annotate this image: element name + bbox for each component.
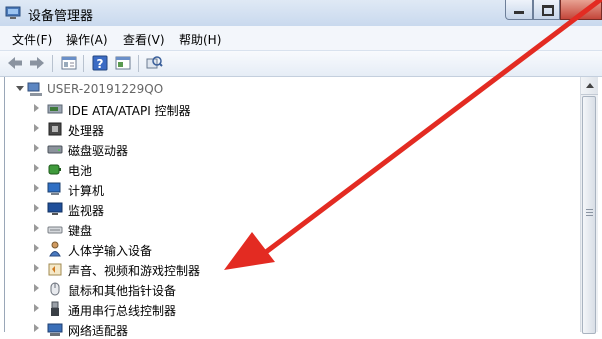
device-manager-icon (5, 6, 21, 19)
tree-item-label: 网络适配器 (68, 324, 129, 338)
expand-arrow-icon[interactable] (34, 264, 39, 272)
minimize-icon (514, 11, 524, 14)
tree-item[interactable]: 键盘 (5, 219, 575, 239)
tree-item[interactable]: 电池 (5, 159, 575, 179)
back-arrow-icon[interactable] (6, 54, 24, 72)
scroll-up-button[interactable] (581, 77, 598, 95)
menu-view[interactable]: 查看(V) (123, 31, 165, 48)
processor-icon (48, 122, 62, 136)
scan-hardware-icon[interactable] (145, 54, 163, 72)
forward-arrow-icon[interactable] (28, 54, 46, 72)
tree-item[interactable]: 鼠标和其他指针设备 (5, 279, 575, 299)
view-icon[interactable] (114, 54, 132, 72)
tree-item[interactable]: 磁盘驱动器 (5, 139, 575, 159)
monitor-icon (47, 202, 63, 215)
window-title: 设备管理器 (28, 9, 94, 24)
mouse-icon (50, 282, 60, 296)
tree-item-label: 计算机 (68, 184, 105, 198)
tree-item[interactable]: 处理器 (5, 119, 575, 139)
menu-action[interactable]: 操作(A) (66, 31, 108, 48)
tree-item-label: IDE ATA/ATAPI 控制器 (68, 104, 191, 118)
tree-item[interactable]: 网络适配器 (5, 319, 575, 339)
expand-arrow-icon[interactable] (34, 204, 39, 212)
properties-icon[interactable] (60, 54, 78, 72)
toolbar-separator (138, 55, 139, 72)
expand-arrow-icon[interactable] (34, 284, 39, 292)
tree-item-label: 人体学输入设备 (68, 244, 153, 258)
expand-arrow-icon[interactable] (34, 184, 39, 192)
expand-arrow-icon[interactable] (34, 224, 39, 232)
menu-help[interactable]: 帮助(H) (179, 31, 221, 48)
tree-item-label: 通用串行总线控制器 (68, 304, 177, 318)
tree-item-label: 监视器 (68, 204, 105, 218)
minimize-button[interactable] (505, 0, 533, 20)
tree-item[interactable]: 声音、视频和游戏控制器 (5, 259, 575, 279)
root-label: USER-20191229QO (47, 82, 164, 96)
title-bar: 设备管理器 (0, 0, 602, 26)
tree-item[interactable]: 通用串行总线控制器 (5, 299, 575, 319)
tree-item[interactable]: 监视器 (5, 199, 575, 219)
expand-arrow-icon[interactable] (34, 164, 39, 172)
tree-item[interactable]: 计算机 (5, 179, 575, 199)
ide-controller-icon (47, 104, 63, 114)
expand-arrow-icon[interactable] (34, 104, 39, 112)
keyboard-icon (47, 226, 63, 234)
tree-item-label: 电池 (68, 164, 93, 178)
tree-item[interactable]: 人体学输入设备 (5, 239, 575, 259)
tree-item-label: 声音、视频和游戏控制器 (68, 264, 201, 278)
expand-arrow-icon[interactable] (34, 304, 39, 312)
expand-arrow-icon[interactable] (34, 324, 39, 332)
toolbar-separator (52, 55, 53, 72)
scroll-grip (586, 209, 593, 210)
svg-text:?: ? (97, 57, 104, 71)
tree-item-label: 鼠标和其他指针设备 (68, 284, 177, 298)
vertical-scrollbar[interactable] (580, 77, 598, 334)
tree-root[interactable]: USER-20191229QO (5, 79, 575, 99)
scroll-grip (586, 215, 593, 216)
help-icon[interactable]: ? (91, 54, 109, 72)
computer-icon (27, 82, 42, 96)
battery-icon (48, 164, 61, 175)
computer-icon (47, 182, 61, 195)
toolbar-separator (83, 55, 84, 72)
scroll-thumb[interactable] (582, 96, 596, 334)
disk-drive-icon (47, 145, 63, 154)
menu-file[interactable]: 文件(F) (12, 31, 52, 48)
device-tree: USER-20191229QO IDE ATA/ATAPI 控制器 处理器 磁盘… (4, 77, 581, 338)
close-button[interactable] (560, 0, 602, 20)
tree-item-label: 键盘 (68, 224, 93, 238)
scroll-grip (586, 212, 593, 213)
menu-bar: 文件(F) 操作(A) 查看(V) 帮助(H) (0, 26, 602, 51)
collapse-arrow-icon[interactable] (16, 86, 24, 91)
tree-item-label: 处理器 (68, 124, 105, 138)
expand-arrow-icon[interactable] (34, 124, 39, 132)
maximize-button[interactable] (533, 0, 560, 20)
maximize-icon (542, 5, 554, 16)
toolbar: ? (0, 51, 602, 77)
tree-item-label: 磁盘驱动器 (68, 144, 129, 158)
usb-icon (51, 301, 59, 316)
expand-arrow-icon[interactable] (34, 144, 39, 152)
hid-icon (49, 241, 61, 257)
sound-icon (48, 263, 62, 276)
expand-arrow-icon[interactable] (34, 244, 39, 252)
network-adapter-icon (47, 323, 63, 336)
tree-item[interactable]: IDE ATA/ATAPI 控制器 (5, 99, 575, 119)
